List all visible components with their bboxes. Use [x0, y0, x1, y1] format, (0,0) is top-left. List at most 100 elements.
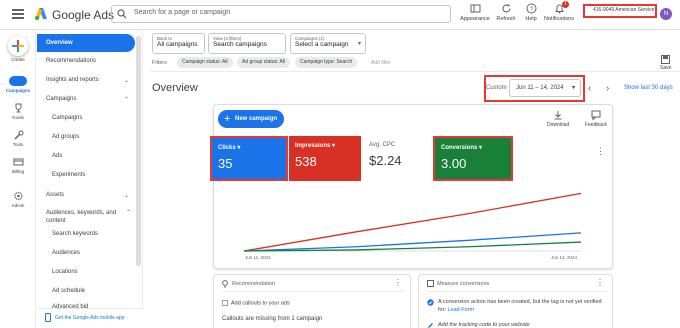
rail-campaigns[interactable]: Campaigns — [0, 76, 36, 93]
view-value: Search campaigns — [213, 41, 267, 48]
metric-conversions[interactable]: Conversions ▾ 3.00 — [433, 136, 513, 181]
metric-clicks[interactable]: Clicks ▾ 35 — [210, 136, 288, 181]
metric-impressions[interactable]: Impressions ▾ 538 — [289, 136, 361, 181]
metric-label: Avg. CPC — [369, 142, 396, 148]
megaphone-icon — [9, 76, 27, 86]
sidebar-item-audiences[interactable]: Audiences — [37, 250, 135, 256]
more-options-icon[interactable]: ⋮ — [596, 146, 605, 157]
sidebar-item-ads[interactable]: Ads — [37, 153, 135, 159]
lead-form-link[interactable]: Lead Form — [447, 307, 474, 313]
avatar[interactable]: N — [660, 8, 672, 20]
save-button[interactable]: Save — [660, 55, 671, 71]
campaign-selector[interactable]: Campaigns (1) Select a campaign ▾ — [290, 33, 366, 54]
date-range-selector[interactable]: Jun 11 – 14, 2024 ▾ — [509, 79, 581, 97]
sidebar-item-label: Ads — [52, 153, 63, 159]
brand-name: Google Ads — [52, 8, 115, 22]
gear-icon — [13, 191, 23, 201]
create-button[interactable] — [8, 36, 28, 56]
sidebar-item-label: Overview — [46, 40, 73, 46]
rail-tools[interactable]: Tools — [0, 130, 36, 147]
edit-icon — [428, 323, 433, 328]
wrench-icon — [13, 130, 23, 140]
plus-icon: + — [224, 113, 231, 125]
sidebar-item-campaigns[interactable]: Campaigns — [37, 115, 135, 121]
sidebar-item-label: Ad groups — [52, 134, 80, 140]
metric-value: 35 — [218, 156, 233, 171]
series-line-impressions — [243, 192, 582, 252]
filter-chip[interactable]: Campaign status: All — [177, 57, 233, 68]
sidebar-item-label: Experiments — [52, 172, 86, 178]
x-tick-label: Jun 11, 2024 — [245, 255, 271, 260]
previous-period-button[interactable]: ‹ — [588, 83, 591, 94]
sidebar-item-ad-groups[interactable]: Ad groups — [37, 134, 135, 140]
sidebar-item-label: Ad schedule — [52, 288, 86, 294]
notifications-label: Notifications — [544, 16, 574, 22]
measure-conversions-card: Measure conversions ⋮ A conversion actio… — [418, 274, 613, 328]
mobile-app-label: Get the Google Ads mobile app — [55, 315, 125, 321]
sidebar-item-label: Assets — [46, 192, 65, 198]
help-label: Help — [525, 16, 537, 22]
appearance-label: Appearance — [460, 16, 490, 22]
sidebar-item-audiences-group[interactable]: Audiences, keywords, and content ⌃ — [37, 209, 131, 225]
sidebar-item-overview[interactable]: Overview — [37, 34, 135, 52]
sidebar-item-label: Search keywords — [52, 231, 99, 237]
chevron-down-icon: ⌄ — [123, 78, 129, 84]
more-options-icon[interactable]: ⋮ — [596, 278, 604, 287]
sidebar-item-label: Campaigns — [52, 115, 83, 121]
chart-icon — [427, 280, 434, 287]
metric-value: $2.24 — [369, 153, 402, 168]
search-bar[interactable]: Search for a page or campaign — [111, 5, 451, 23]
sidebar-nav: Overview Recommendations Insights and re… — [37, 30, 143, 328]
notification-badge: 1 — [562, 1, 569, 8]
notifications-button[interactable]: 1 Notifications — [541, 1, 577, 22]
download-button[interactable]: Download — [547, 110, 569, 128]
next-period-button[interactable]: › — [606, 83, 609, 94]
show-last-30-days-link[interactable]: Show last 30 days — [624, 85, 673, 91]
sidebar-item-label: Audiences — [52, 250, 81, 256]
account-selector[interactable]: 416-9049 American Service — [583, 4, 657, 18]
filter-chip[interactable]: Campaign type: Search — [295, 57, 358, 68]
view-selector[interactable]: View (3 filters) Search campaigns — [208, 33, 286, 54]
new-campaign-button[interactable]: + New campaign — [218, 110, 284, 128]
rail-billing-label: Billing — [11, 169, 24, 174]
sidebar-item-label: Locations — [52, 269, 78, 275]
metric-value: 538 — [295, 154, 317, 169]
back-to-selector[interactable]: Back to All campaigns — [152, 33, 205, 54]
filter-chip[interactable]: Ad group status: All — [237, 57, 291, 68]
account-name: 416-9049 American Service — [593, 7, 655, 13]
rail-admin[interactable]: Admin — [0, 191, 36, 208]
feedback-button[interactable]: Feedback — [585, 110, 607, 128]
sidebar-item-ad-schedule[interactable]: Ad schedule — [37, 288, 135, 294]
performance-line-chart — [243, 192, 582, 252]
sidebar-item-recommendations[interactable]: Recommendations — [37, 58, 135, 64]
menu-icon[interactable] — [12, 9, 24, 19]
recommendation-card: Recommendation ⋮ Add callouts to your ad… — [213, 274, 411, 328]
plus-icon — [12, 40, 24, 52]
check-circle-icon — [427, 299, 434, 306]
divider — [427, 291, 606, 292]
save-icon — [661, 55, 671, 64]
sidebar-item-experiments[interactable]: Experiments — [37, 172, 135, 178]
search-icon — [117, 9, 127, 19]
sidebar-item-insights[interactable]: Insights and reports ⌄ — [37, 77, 135, 84]
sidebar-item-assets[interactable]: Assets ⌄ — [37, 192, 135, 199]
sidebar-scrollbar[interactable] — [136, 36, 141, 266]
sidebar-item-locations[interactable]: Locations — [37, 269, 135, 275]
tracking-code-step: Add the tracking code to your website — [438, 322, 530, 328]
download-label: Download — [547, 122, 570, 128]
mobile-app-link[interactable]: Get the Google Ads mobile app — [37, 308, 143, 328]
phone-icon — [45, 313, 51, 322]
rail-goals[interactable]: Goals — [0, 103, 36, 120]
date-range-value: Jun 11 – 14, 2024 — [516, 85, 564, 91]
chevron-up-icon: ⌃ — [125, 210, 131, 216]
add-filter-button[interactable]: Add filter — [371, 60, 391, 66]
more-options-icon[interactable]: ⋮ — [394, 278, 402, 287]
sidebar-item-search-keywords[interactable]: Search keywords — [37, 231, 135, 237]
rail-billing[interactable]: Billing — [0, 157, 36, 174]
metric-value: 3.00 — [441, 156, 467, 171]
metric-avg-cpc[interactable]: Avg. CPC $2.24 — [363, 136, 431, 181]
download-icon — [554, 111, 562, 120]
sidebar-item-campaigns-group[interactable]: Campaigns ⌃ — [37, 96, 135, 103]
new-campaign-label: New campaign — [235, 116, 278, 122]
appearance-icon — [470, 4, 480, 13]
